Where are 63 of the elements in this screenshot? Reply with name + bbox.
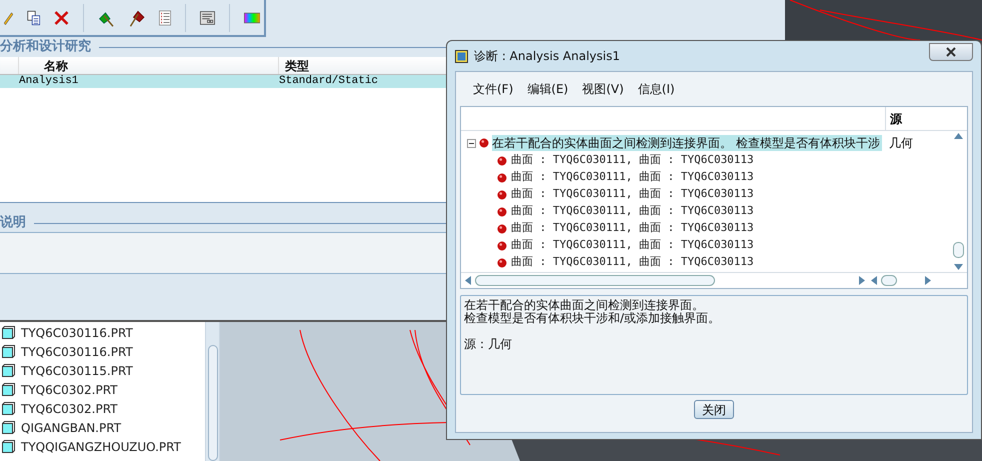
horizontal-scrollbar[interactable]	[871, 274, 931, 286]
window-icon	[455, 50, 468, 62]
file-tree-item[interactable]: QIGANGBAN.PRT	[21, 418, 122, 436]
part-icon	[2, 326, 15, 339]
scroll-right-arrow-icon[interactable]	[859, 276, 865, 285]
file-tree-item[interactable]: TYQ6C0302.PRT	[21, 400, 118, 418]
tree-item[interactable]: 曲面 : TYQ6C030111, 曲面 : TYQ6C030113	[511, 220, 754, 237]
scroll-up-arrow-icon[interactable]	[954, 133, 963, 139]
expander-icon[interactable]	[467, 138, 476, 148]
section-title: 说明	[0, 214, 26, 232]
tree-item[interactable]: 曲面 : TYQ6C030111, 曲面 : TYQ6C030113	[511, 254, 754, 271]
part-icon	[2, 421, 15, 434]
file-tree-item[interactable]: TYQ6C030116.PRT	[21, 342, 133, 360]
tree-item[interactable]: 曲面 : TYQ6C030111, 曲面 : TYQ6C030113	[511, 237, 754, 254]
display-icon[interactable]	[200, 8, 215, 26]
scroll-down-arrow-icon[interactable]	[954, 264, 963, 270]
close-dialog-button[interactable]: 关闭	[694, 400, 734, 419]
error-icon	[497, 172, 507, 182]
scrollbar-thumb[interactable]	[881, 275, 897, 286]
part-icon	[2, 364, 15, 377]
tree-item[interactable]: 曲面 : TYQ6C030111, 曲面 : TYQ6C030113	[511, 203, 754, 220]
column-header[interactable]: 名称	[18, 57, 278, 74]
tree-item[interactable]: 在若干配合的实体曲面之间检测到连接界面。 检查模型是否有体积块干涉	[492, 135, 882, 151]
table-cell-text: Analysis1	[18, 75, 80, 88]
scrollbar-thumb[interactable]	[953, 242, 964, 258]
part-icon	[2, 440, 15, 453]
part-icon	[2, 345, 15, 358]
window-title: 诊断 : Analysis Analysis1	[474, 48, 622, 65]
scrollbar-track[interactable]	[205, 322, 220, 461]
section-title: 分析和设计研究	[0, 38, 91, 56]
part-icon	[2, 383, 15, 396]
error-icon	[497, 206, 507, 216]
error-icon	[497, 258, 507, 268]
scroll-right-arrow-icon[interactable]	[925, 276, 931, 285]
scrollbar-thumb[interactable]	[475, 275, 715, 286]
table-cell-text: Standard/Static	[278, 75, 380, 88]
part-icon	[2, 402, 15, 415]
error-icon	[497, 190, 507, 200]
column-header[interactable]: 源	[885, 107, 945, 130]
file-tree-item[interactable]: TYQQIGANGZHOUZUO.PRT	[21, 438, 181, 456]
source-cell-text: 几何	[888, 135, 913, 152]
tree-item[interactable]: 曲面 : TYQ6C030111, 曲面 : TYQ6C030113	[511, 169, 754, 186]
list-icon[interactable]	[159, 8, 172, 28]
error-icon	[497, 224, 507, 234]
tree-item[interactable]: 曲面 : TYQ6C030111, 曲面 : TYQ6C030113	[511, 186, 754, 203]
detail-text: 检查模型是否有体积块干涉和/或添加接触界面。	[464, 312, 722, 325]
scroll-left-arrow-icon[interactable]	[465, 276, 471, 285]
tree-item[interactable]: 曲面 : TYQ6C030111, 曲面 : TYQ6C030113	[511, 152, 754, 169]
color-fringe-icon[interactable]	[244, 10, 260, 24]
error-icon	[479, 138, 489, 148]
horizontal-scrollbar[interactable]	[465, 274, 865, 286]
file-tree-item[interactable]: TYQ6C030116.PRT	[21, 324, 133, 342]
detail-text: 源：几何	[464, 338, 513, 351]
close-button[interactable]	[929, 43, 973, 61]
close-icon	[946, 47, 956, 57]
file-tree-item[interactable]: TYQ6C0302.PRT	[21, 380, 118, 398]
scrollbar-thumb[interactable]	[208, 345, 218, 461]
error-icon	[497, 156, 507, 166]
error-icon	[497, 240, 507, 250]
detail-text: 在若干配合的实体曲面之间检测到连接界面。	[464, 299, 705, 312]
vertical-scrollbar[interactable]	[950, 131, 967, 272]
scroll-left-arrow-icon[interactable]	[871, 276, 877, 285]
file-tree-item[interactable]: TYQ6C030115.PRT	[21, 362, 133, 380]
